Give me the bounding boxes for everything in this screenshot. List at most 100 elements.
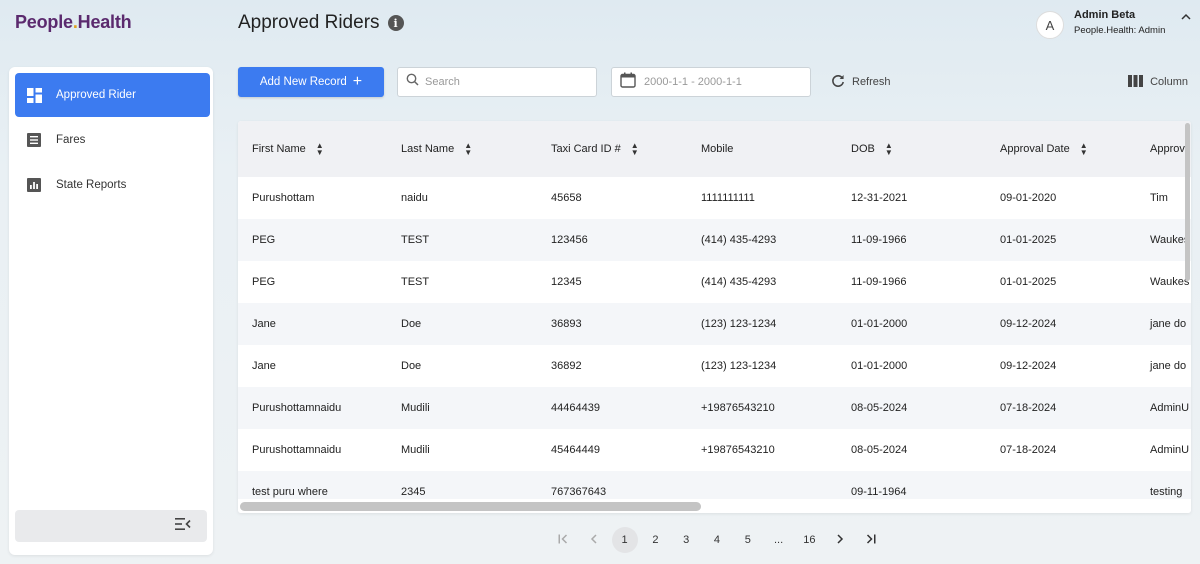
add-new-record-button[interactable]: Add New Record + <box>238 67 384 97</box>
table-cell: (123) 123-1234 <box>701 318 777 330</box>
column-header-dob[interactable]: DOB ▲ ▼ <box>851 121 893 177</box>
page-button-16[interactable]: 16 <box>796 527 822 553</box>
table-row[interactable]: PEG TEST 123456 (414) 435-4293 11-09-1966 01-… <box>238 219 1191 261</box>
table-cell: 08-05-2024 <box>851 402 908 414</box>
table-cell: 11-09-1966 <box>851 234 907 246</box>
table-cell: Purushottam <box>252 192 315 204</box>
table-cell: Doe <box>401 360 422 372</box>
table-cell: PEG <box>252 276 276 288</box>
user-menu[interactable]: A Admin Beta People.Health: Admin <box>1036 9 1191 39</box>
page-button-2[interactable]: 2 <box>642 527 668 553</box>
column-header-label: Taxi Card ID # <box>551 143 621 155</box>
table-row[interactable]: PEG TEST 12345 (414) 435-4293 11-09-1966 01-0… <box>238 261 1191 303</box>
page-button-4[interactable]: 4 <box>704 527 730 553</box>
table-cell: 01-01-2000 <box>851 318 908 330</box>
table-cell: Jane <box>252 318 276 330</box>
table-cell: +19876543210 <box>701 402 775 414</box>
sort-icon[interactable]: ▲ ▼ <box>316 142 324 157</box>
avatar[interactable]: A <box>1036 11 1064 39</box>
table-row[interactable]: Purushottamnaidu Mudili 44464439 +198765432… <box>238 387 1191 429</box>
table-cell: Jane <box>252 360 276 372</box>
column-header-last-name[interactable]: Last Name ▲ ▼ <box>401 121 472 177</box>
page-button-3[interactable]: 3 <box>673 527 699 553</box>
table-cell: naidu <box>401 192 428 204</box>
table-cell: 45464449 <box>551 444 600 456</box>
search-input[interactable] <box>425 76 575 88</box>
table-row[interactable]: Purushottamnaidu Mudili 45464449 +198765432… <box>238 429 1191 471</box>
table-cell: 45658 <box>551 192 582 204</box>
vertical-scrollbar-thumb[interactable] <box>1185 123 1190 281</box>
prev-page-icon <box>590 533 598 547</box>
table-cell: TEST <box>401 234 430 246</box>
sidebar-item-fares[interactable]: Fares <box>15 118 210 162</box>
table-cell: Purushottamnaidu <box>252 402 342 414</box>
date-range-input[interactable] <box>644 76 794 88</box>
toolbar: Add New Record + Refresh Column <box>238 67 1188 97</box>
column-header-label: Approval Date <box>1000 143 1070 155</box>
table-row[interactable]: Jane Doe 36892 (123) 123-1234 01-01-2000 09-1… <box>238 345 1191 387</box>
sort-icon[interactable]: ▲ ▼ <box>464 142 472 157</box>
table-row[interactable]: Jane Doe 36893 (123) 123-1234 01-01-2000 09-1… <box>238 303 1191 345</box>
table-cell: Tim <box>1150 192 1168 204</box>
table-cell: 12-31-2021 <box>851 192 908 204</box>
first-page-button[interactable] <box>550 527 576 553</box>
table-cell: (414) 435-4293 <box>701 234 777 246</box>
table-cell: TEST <box>401 276 430 288</box>
page-button-5[interactable]: 5 <box>735 527 761 553</box>
table-cell: (414) 435-4293 <box>701 276 777 288</box>
last-page-button[interactable] <box>858 527 884 553</box>
table-cell: 36893 <box>551 318 582 330</box>
logo-text-people: People <box>15 12 73 32</box>
plus-icon: + <box>352 72 363 90</box>
table-cell: 08-05-2024 <box>851 444 908 456</box>
table-cell: jane do <box>1150 318 1187 330</box>
table-cell: AdminU <box>1150 444 1190 456</box>
prev-page-button[interactable] <box>581 527 607 553</box>
sidebar-item-approved-rider[interactable]: Approved Rider <box>15 73 210 117</box>
column-header-mobile[interactable]: Mobile <box>701 121 733 177</box>
column-header-first-name[interactable]: First Name ▲ ▼ <box>252 121 324 177</box>
sidebar: Approved Rider Fares State Reports <box>9 67 213 555</box>
last-page-icon <box>865 533 876 547</box>
table-cell: 01-01-2000 <box>851 360 908 372</box>
search-field[interactable] <box>397 67 597 97</box>
pagination: 1 2 3 4 5 ... 16 <box>550 527 889 553</box>
table-row[interactable]: Purushottam naidu 45658 1111111111 12-31-202… <box>238 177 1191 219</box>
sort-icon[interactable]: ▲ ▼ <box>885 142 893 157</box>
column-header-approval-date[interactable]: Approval Date ▲ ▼ <box>1000 121 1088 177</box>
column-header-taxi-card-id[interactable]: Taxi Card ID # ▲ ▼ <box>551 121 639 177</box>
horizontal-scrollbar-thumb[interactable] <box>240 502 701 511</box>
sidebar-item-state-reports[interactable]: State Reports <box>15 163 210 207</box>
sidebar-collapse-button[interactable] <box>15 510 207 542</box>
table-cell: 12345 <box>551 276 582 288</box>
logo-text-health: Health <box>77 12 132 32</box>
sort-icon[interactable]: ▲ ▼ <box>1080 142 1088 157</box>
app-logo[interactable]: People.Health <box>15 12 132 33</box>
user-name: Admin Beta <box>1074 9 1136 21</box>
sort-icon[interactable]: ▲ ▼ <box>631 142 639 157</box>
column-button[interactable]: Column <box>1128 67 1188 97</box>
bar-chart-icon <box>26 177 42 193</box>
collapse-menu-icon <box>175 517 191 535</box>
column-header-approved-by[interactable]: Approv <box>1150 121 1185 177</box>
table-cell: 123456 <box>551 234 588 246</box>
table-cell: 01-01-2025 <box>1000 276 1057 288</box>
refresh-button[interactable]: Refresh <box>831 67 891 97</box>
table-header: First Name ▲ ▼ Last Name ▲ ▼ Taxi Card ID … <box>238 121 1191 177</box>
info-icon[interactable]: i <box>387 15 404 31</box>
table-cell: 07-18-2024 <box>1000 444 1057 456</box>
columns-icon <box>1128 74 1144 90</box>
chevron-up-icon[interactable] <box>1181 13 1191 24</box>
column-header-label: DOB <box>851 143 875 155</box>
table-cell: 01-01-2025 <box>1000 234 1057 246</box>
date-range-field[interactable] <box>611 67 811 97</box>
next-page-button[interactable] <box>827 527 853 553</box>
refresh-icon <box>831 74 845 91</box>
sidebar-item-label: Fares <box>56 134 86 146</box>
list-icon <box>26 132 42 148</box>
page-button-1[interactable]: 1 <box>611 527 638 553</box>
page-ellipsis: ... <box>773 534 784 546</box>
search-icon <box>406 73 419 91</box>
column-header-label: Approv <box>1150 143 1185 155</box>
add-button-label: Add New Record <box>259 76 347 88</box>
